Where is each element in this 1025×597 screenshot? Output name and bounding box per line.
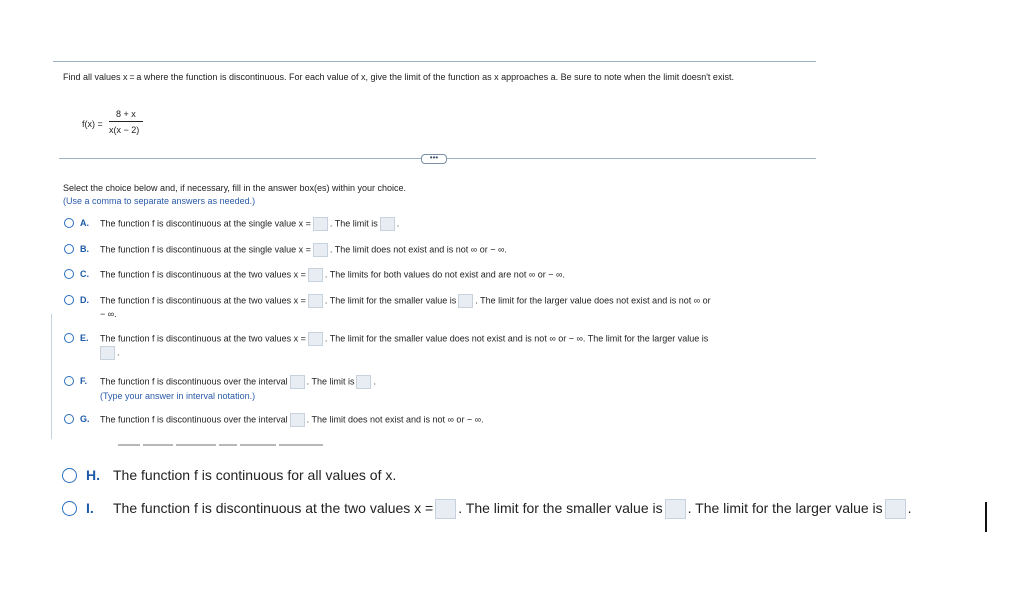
clipped-text-fragment <box>118 444 338 450</box>
option-f-letter: F. <box>80 376 88 386</box>
option-b-text-2: . The limit does not exist and is not ∞ … <box>329 244 507 255</box>
function-definition: f(x) = 8 + x x(x − 2) <box>82 109 162 139</box>
option-c-radio[interactable] <box>64 269 74 279</box>
option-c-text-1: The function f is discontinuous at the t… <box>100 269 306 280</box>
option-b-letter: B. <box>80 244 89 254</box>
option-i-value-input[interactable] <box>435 499 457 520</box>
option-f-interval-input[interactable] <box>289 375 305 389</box>
option-f-radio[interactable] <box>64 376 74 386</box>
option-a-text-1: The function f is discontinuous at the s… <box>100 218 311 229</box>
option-i-letter: I. <box>86 500 94 516</box>
text-cursor <box>985 502 987 532</box>
option-d-value-input[interactable] <box>307 294 323 308</box>
option-f-text-1: The function f is discontinuous over the… <box>100 376 288 387</box>
option-f-text-2: . The limit is <box>306 376 355 387</box>
option-f-limit-input[interactable] <box>356 375 372 389</box>
option-e-text-3: . <box>117 347 120 358</box>
option-a-text-3: . <box>396 218 400 229</box>
option-d-text-2: . The limit for the smaller value is <box>324 295 457 306</box>
option-g-letter: G. <box>80 414 90 424</box>
option-d-text-4: − ∞. <box>100 309 117 319</box>
option-e-letter: E. <box>80 333 89 343</box>
option-a-text-2: . The limit is <box>329 218 378 229</box>
option-e-radio[interactable] <box>64 333 74 343</box>
option-b-text-1: The function f is discontinuous at the s… <box>100 244 311 255</box>
option-d-limit-input[interactable] <box>458 294 474 308</box>
option-i-text-4: . <box>907 500 912 516</box>
top-divider <box>53 61 816 62</box>
option-a-value-input[interactable] <box>312 217 328 231</box>
instructions-text: Select the choice below and, if necessar… <box>63 183 407 193</box>
option-e-value-input[interactable] <box>307 332 323 346</box>
option-h-text: The function f is continuous for all val… <box>113 467 397 483</box>
option-g-radio[interactable] <box>64 414 74 424</box>
option-c-value-input[interactable] <box>307 268 323 282</box>
function-lhs: f(x) = <box>82 119 103 129</box>
option-e-limit-input[interactable] <box>100 346 115 360</box>
function-denominator: x(x − 2) <box>109 125 140 135</box>
option-b-radio[interactable] <box>64 244 74 254</box>
option-i-text-2: . The limit for the smaller value is <box>458 500 663 516</box>
option-h-letter: H. <box>86 467 100 483</box>
function-numerator: 8 + x <box>116 109 136 119</box>
option-e-text-1: The function f is discontinuous at the t… <box>100 333 306 344</box>
option-e-text-2: . The limit for the smaller value does n… <box>324 333 709 344</box>
question-prompt: Find all values x = a where the function… <box>63 72 734 82</box>
option-i-larger-limit-input[interactable] <box>884 499 906 520</box>
left-border <box>51 314 52 439</box>
option-a-limit-input[interactable] <box>379 217 395 231</box>
option-b-value-input[interactable] <box>312 243 328 257</box>
hint-text: (Use a comma to separate answers as need… <box>63 196 256 206</box>
option-c-letter: C. <box>80 269 89 279</box>
option-d-text-1: The function f is discontinuous at the t… <box>100 295 306 306</box>
option-i-smaller-limit-input[interactable] <box>664 499 686 520</box>
option-f-hint: (Type your answer in interval notation.) <box>100 391 256 401</box>
option-i-text-3: . The limit for the larger value is <box>687 500 883 516</box>
option-i-text-1: The function f is discontinuous at the t… <box>113 500 434 516</box>
option-f-text-3: . <box>373 376 376 387</box>
fraction-bar <box>109 121 143 122</box>
option-d-text-3: . The limit for the larger value does no… <box>475 295 711 306</box>
option-a-radio[interactable] <box>64 218 74 228</box>
option-g-text-1: The function f is discontinuous over the… <box>100 414 288 425</box>
option-h-radio[interactable] <box>62 468 77 483</box>
option-d-radio[interactable] <box>64 295 74 305</box>
option-d-letter: D. <box>80 295 89 305</box>
option-g-interval-input[interactable] <box>289 413 305 427</box>
option-c-text-2: . The limits for both values do not exis… <box>324 269 565 280</box>
expand-dots-button[interactable]: ••• <box>421 154 447 164</box>
option-g-text-2: . The limit does not exist and is not ∞ … <box>306 414 484 425</box>
option-a-letter: A. <box>80 218 89 228</box>
option-i-radio[interactable] <box>62 501 77 516</box>
